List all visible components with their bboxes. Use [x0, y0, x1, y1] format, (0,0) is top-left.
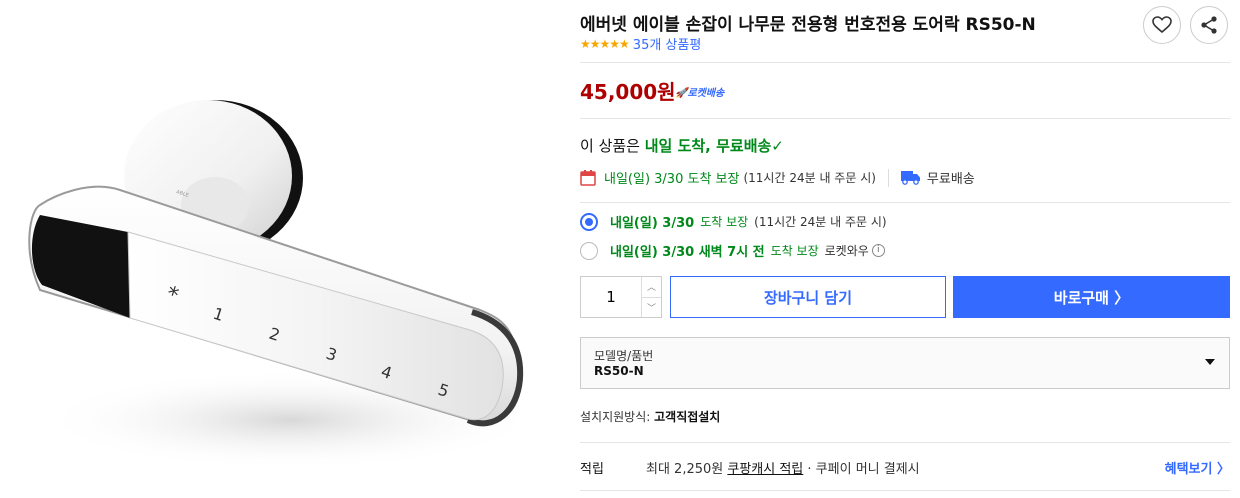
free-shipping-label: 무료배송 — [926, 172, 975, 187]
option-date: 내일(일) 3/30 — [610, 216, 695, 231]
coupang-cash-link[interactable]: 쿠팡캐시 적립 — [727, 462, 803, 477]
radio-unselected[interactable] — [580, 241, 598, 260]
headline-prefix: 이 상품은 — [580, 137, 645, 155]
divider — [580, 62, 1230, 63]
info-icon[interactable]: i — [871, 244, 885, 257]
share-icon — [1201, 16, 1217, 34]
divider — [580, 442, 1230, 443]
install-method: 설치지원방식: 고객직접설치 — [580, 408, 720, 425]
divider — [580, 202, 1230, 203]
quantity-stepper: ︿ ﹀ — [580, 276, 662, 318]
buy-now-button[interactable]: 바로구매 〉 — [953, 276, 1230, 318]
points-label: 적립 — [580, 462, 604, 477]
product-info-panel: 에버넷 에이블 손잡이 나무문 전용형 번호전용 도어락 RS50-N ★★★★… — [580, 0, 1230, 498]
option-note: (11시간 24분 내 주문 시) — [754, 215, 887, 229]
quantity-decrease-icon[interactable]: ﹀ — [642, 298, 661, 318]
door-lock-illustration: * 1 2 3 4 5 ABLE — [28, 100, 540, 470]
share-button[interactable] — [1190, 6, 1228, 44]
truck-icon — [900, 171, 920, 185]
install-label: 설치지원방식: — [580, 410, 655, 424]
product-title: 에버넷 에이블 손잡이 나무문 전용형 번호전용 도어락 RS50-N — [580, 15, 1036, 35]
option-note: 로켓와우 — [824, 244, 869, 258]
rating-stars-icon: ★★★★★ — [580, 36, 630, 51]
divider — [580, 118, 1230, 119]
delivery-info-row: 내일(일) 3/30 도착 보장 (11시간 24분 내 주문 시) 무료배송 — [580, 168, 975, 187]
rocket-icon: 🚀 — [675, 88, 688, 99]
review-count-link[interactable]: 35개 상품평 — [633, 34, 702, 53]
quantity-steps: ︿ ﹀ — [641, 277, 661, 317]
delivery-date: 내일(일) 3/30 도착 보장 — [604, 172, 740, 187]
add-to-cart-button[interactable]: 장바구니 담기 — [670, 276, 946, 318]
model-select-value: RS50-N — [594, 364, 644, 378]
heart-icon — [1152, 16, 1172, 34]
product-price: 45,000원 — [580, 80, 676, 104]
radio-selected[interactable] — [580, 212, 598, 231]
calendar-icon — [580, 169, 596, 186]
delivery-headline: 이 상품은 내일 도착, 무료배송✓ — [580, 135, 784, 156]
headline-highlight: 내일 도착, 무료배송 — [644, 137, 772, 155]
delivery-option-standard[interactable]: 내일(일) 3/30 도착 보장 (11시간 24분 내 주문 시) — [580, 212, 887, 231]
check-icon: ✓ — [771, 137, 784, 155]
rocket-label: 로켓배송 — [687, 88, 725, 99]
quantity-input[interactable] — [581, 277, 641, 317]
product-image: * 1 2 3 4 5 ABLE — [0, 0, 560, 498]
install-value: 고객직접설치 — [654, 410, 721, 424]
model-select[interactable]: 모델명/품번 RS50-N — [580, 337, 1230, 389]
product-page: * 1 2 3 4 5 ABLE 에버넷 에이블 손잡이 나무문 전용형 번호전… — [0, 0, 1240, 498]
points-prefix: 최대 2,250원 — [646, 462, 728, 477]
model-select-label: 모델명/품번 — [594, 349, 654, 363]
delivery-option-dawn[interactable]: 내일(일) 3/30 새벽 7시 전 도착 보장 로켓와우 i — [580, 241, 885, 260]
benefits-link[interactable]: 혜택보기 〉 — [1165, 458, 1230, 477]
rocket-delivery-badge: 🚀로켓배송 — [675, 84, 724, 99]
caret-down-icon — [1205, 359, 1215, 365]
wishlist-button[interactable] — [1143, 6, 1181, 44]
option-date: 내일(일) 3/30 새벽 7시 전 — [610, 245, 765, 260]
divider — [580, 490, 1230, 491]
delivery-note: (11시간 24분 내 주문 시) — [743, 171, 876, 185]
quantity-increase-icon[interactable]: ︿ — [642, 277, 661, 298]
points-text: 최대 2,250원 쿠팡캐시 적립 · 쿠페이 머니 결제시 — [646, 458, 920, 477]
option-guarantee: 도착 보장 — [770, 244, 819, 258]
rating-row: ★★★★★ 35개 상품평 — [580, 34, 702, 54]
option-guarantee: 도착 보장 — [700, 215, 749, 229]
divider — [887, 168, 889, 187]
points-suffix: · 쿠페이 머니 결제시 — [803, 462, 920, 477]
